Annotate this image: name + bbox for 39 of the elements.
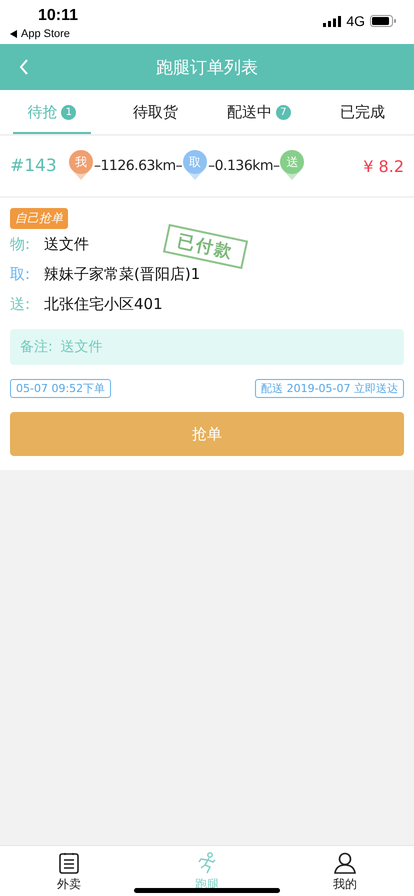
location-pin: 我 xyxy=(68,150,94,182)
back-to-app-link[interactable]: App Store xyxy=(21,26,70,42)
field-label: 取: xyxy=(10,264,32,284)
back-icon[interactable] xyxy=(19,59,29,75)
tab[interactable]: 已完成 xyxy=(310,90,414,134)
note-label: 备注: xyxy=(20,338,53,356)
price: ¥ 8.2 xyxy=(363,156,404,176)
status-time: 10:11 xyxy=(38,6,78,26)
count-badge: 7 xyxy=(276,104,291,120)
tab-label: 待抢 xyxy=(27,102,58,122)
battery-icon xyxy=(370,15,396,27)
note-text: 送文件 xyxy=(60,338,103,356)
person-icon xyxy=(334,852,356,874)
tab-label: 配送中 xyxy=(226,102,272,122)
delivery-time-tag: 配送 2019-05-07 立即送达 xyxy=(255,379,404,398)
distance-text: –1126.63km– xyxy=(94,158,182,174)
page-title: 跑腿订单列表 xyxy=(156,56,258,78)
field-value: 北张住宅小区401 xyxy=(44,294,163,314)
tab-label: 待取货 xyxy=(132,102,178,122)
location-pin: 送 xyxy=(279,150,306,182)
document-list-icon xyxy=(59,852,79,874)
tab[interactable]: 配送中 7 xyxy=(207,90,310,134)
location-pin: 取 xyxy=(182,150,208,182)
nav-tab[interactable]: 我的 xyxy=(276,846,414,896)
nav-tab[interactable]: 外卖 xyxy=(0,846,138,896)
order-tag: 自己抢单 xyxy=(10,208,68,229)
back-triangle-icon xyxy=(10,30,17,38)
network-label: 4G xyxy=(346,13,365,29)
distance-text: –0.136km– xyxy=(208,158,280,174)
field-label: 送: xyxy=(10,294,32,314)
order-time-tag: 05-07 09:52下单 xyxy=(10,379,112,398)
field-label: 物: xyxy=(10,234,32,254)
tab-label: 已完成 xyxy=(340,102,385,122)
tab[interactable]: 待取货 xyxy=(104,90,207,134)
signal-icon xyxy=(323,16,342,26)
count-badge: 1 xyxy=(61,104,76,120)
order-number: #143 xyxy=(10,156,58,176)
runner-icon xyxy=(198,852,216,874)
field-value: 送文件 xyxy=(44,234,89,254)
